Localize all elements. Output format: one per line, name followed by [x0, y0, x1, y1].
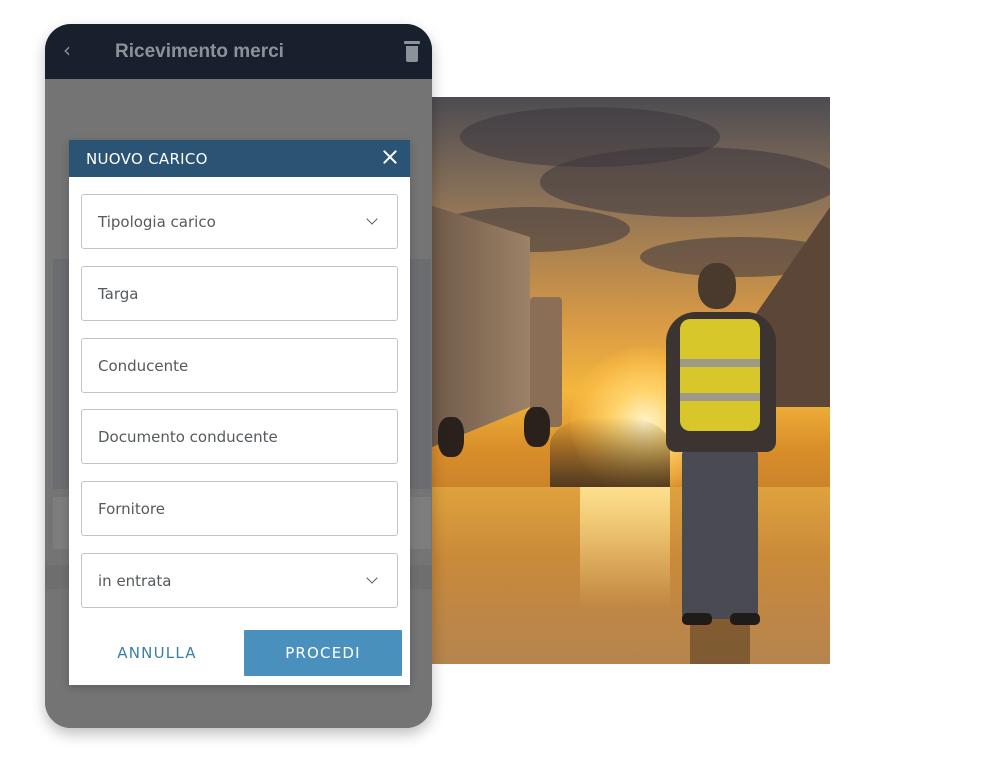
load-type-placeholder: Tipologia carico: [98, 213, 216, 231]
cloud: [540, 147, 830, 217]
page-title: Ricevimento merci: [115, 41, 284, 62]
supplier-placeholder: Fornitore: [98, 500, 165, 518]
driver-document-input[interactable]: Documento conducente: [81, 409, 398, 464]
person-head: [698, 263, 736, 309]
chevron-down-icon: [366, 213, 378, 225]
plate-input[interactable]: Targa: [81, 266, 398, 321]
trees: [550, 417, 670, 487]
plate-placeholder: Targa: [98, 285, 139, 303]
sun-reflection: [580, 487, 670, 607]
vest-band: [680, 359, 760, 367]
chevron-left-icon[interactable]: ‹: [63, 38, 71, 62]
direction-value: in entrata: [98, 572, 172, 590]
new-load-dialog: NUOVO CARICO Tipologia carico Targa Cond…: [69, 140, 410, 685]
load-type-select[interactable]: Tipologia carico: [81, 194, 398, 249]
truck-wheel: [438, 417, 464, 457]
chevron-down-icon: [366, 572, 378, 584]
supplier-input[interactable]: Fornitore: [81, 481, 398, 536]
dialog-title: NUOVO CARICO: [86, 150, 208, 168]
truck-trailer: [420, 202, 530, 452]
shoe: [730, 613, 760, 625]
person-legs: [682, 449, 758, 619]
close-icon[interactable]: [381, 148, 399, 166]
dialog-header: NUOVO CARICO: [69, 140, 410, 177]
vest-band: [680, 393, 760, 401]
direction-select[interactable]: in entrata: [81, 553, 398, 608]
driver-document-placeholder: Documento conducente: [98, 428, 278, 446]
driver-placeholder: Conducente: [98, 357, 189, 375]
truck-wheel: [524, 407, 550, 447]
cancel-button[interactable]: ANNULLA: [81, 630, 233, 676]
trash-icon[interactable]: [404, 41, 420, 63]
app-header: ‹ Ricevimento merci: [45, 24, 432, 79]
shoe: [682, 613, 712, 625]
driver-input[interactable]: Conducente: [81, 338, 398, 393]
safety-vest: [680, 319, 760, 431]
proceed-button[interactable]: PROCEDI: [244, 630, 402, 676]
warehouse-worker-photo: [420, 97, 830, 664]
